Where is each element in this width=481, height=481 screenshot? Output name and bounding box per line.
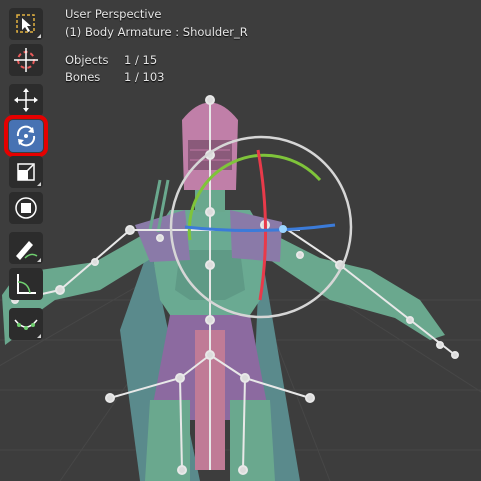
select-box-tool[interactable] bbox=[9, 8, 43, 40]
character-mesh[interactable] bbox=[2, 102, 445, 481]
gizmo-center bbox=[279, 225, 287, 233]
rotate-icon bbox=[16, 125, 36, 147]
cursor-icon bbox=[14, 48, 38, 72]
relax-pose-tool[interactable] bbox=[9, 308, 43, 340]
objects-stat: Objects 1 / 15 bbox=[65, 53, 157, 67]
bones-value: 1 / 103 bbox=[124, 70, 165, 84]
bones-label: Bones bbox=[65, 70, 101, 84]
measure-icon bbox=[17, 274, 36, 294]
bones-stat: Bones 1 / 103 bbox=[65, 70, 164, 84]
measure-tool[interactable] bbox=[9, 268, 43, 300]
move-tool[interactable] bbox=[9, 84, 43, 116]
rotate-tool[interactable] bbox=[4, 115, 48, 157]
cursor-tool[interactable] bbox=[9, 44, 43, 76]
transform-tool[interactable] bbox=[9, 192, 43, 224]
objects-label: Objects bbox=[65, 53, 109, 67]
move-icon bbox=[14, 88, 38, 112]
objects-value: 1 / 15 bbox=[124, 53, 158, 67]
3d-viewport[interactable]: User Perspective (1) Body Armature : Sho… bbox=[0, 0, 481, 481]
scale-tool[interactable] bbox=[9, 156, 43, 188]
annotate-tool[interactable] bbox=[9, 232, 43, 264]
viewport-title: User Perspective bbox=[65, 7, 162, 21]
transform-icon bbox=[15, 197, 37, 219]
right-leg bbox=[230, 400, 275, 481]
active-object-label: (1) Body Armature : Shoulder_R bbox=[65, 25, 248, 39]
